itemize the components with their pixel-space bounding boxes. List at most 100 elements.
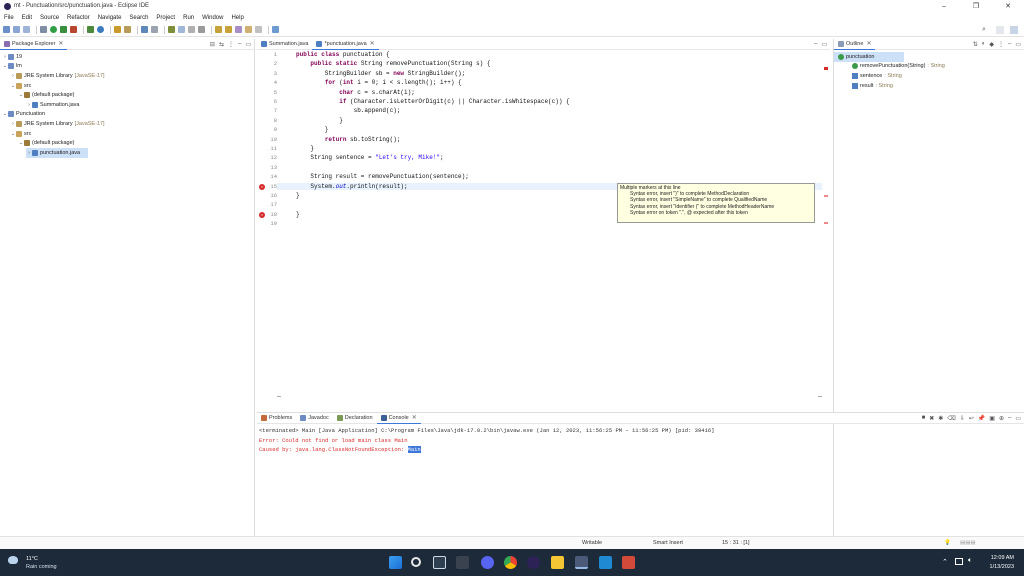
tree-item[interactable]: › 19: [0, 52, 254, 62]
annotation-icon[interactable]: [168, 26, 175, 33]
pin-editor-icon[interactable]: [272, 26, 279, 33]
minimize-view-icon[interactable]: –: [238, 41, 241, 48]
system-tray-icon[interactable]: ⌃: [942, 558, 948, 566]
active-app-icon[interactable]: [575, 556, 588, 569]
menu-search[interactable]: Search: [129, 15, 148, 21]
close-icon[interactable]: ✕: [866, 40, 871, 47]
tab-outline[interactable]: Outline ✕: [834, 38, 876, 50]
scroll-right-icon[interactable]: [818, 396, 822, 397]
block-select-icon[interactable]: [178, 26, 185, 33]
hide-static-icon[interactable]: ◆: [989, 41, 994, 48]
tree-item[interactable]: ⌄ src: [0, 129, 254, 139]
minimize-view-icon[interactable]: –: [1008, 41, 1011, 48]
code-line[interactable]: String sentence = "Let's try, Mike!";: [296, 154, 443, 161]
remove-launch-icon[interactable]: ✖: [929, 415, 934, 422]
link-editor-icon[interactable]: ⇆: [219, 41, 224, 48]
error-icon[interactable]: ×: [259, 183, 265, 190]
scroll-left-icon[interactable]: [277, 396, 281, 397]
pin-console-icon[interactable]: 📌: [978, 415, 985, 422]
tree-item[interactable]: › Summation.java: [0, 100, 254, 110]
maximize-button[interactable]: ❐: [960, 0, 992, 12]
terminate-icon[interactable]: ■: [922, 415, 926, 422]
status-tools-icon[interactable]: ▤▤▤: [960, 540, 976, 546]
scroll-lock-icon[interactable]: ⇩: [960, 415, 965, 422]
code-line[interactable]: }: [296, 192, 300, 199]
last-edit-icon[interactable]: [235, 26, 242, 33]
maximize-view-icon[interactable]: ▭: [821, 41, 827, 48]
code-line[interactable]: public class punctuation {: [296, 51, 390, 58]
horizontal-scrollbar[interactable]: [277, 394, 822, 399]
prev-annotation-icon[interactable]: [225, 26, 232, 33]
code-area[interactable]: 1 2 3 4 5 6 7 8 9 10 11 12 13 14 15 × 16 17 18 × 19 public c…: [257, 51, 830, 401]
volume-icon[interactable]: 🔈︎: [968, 557, 972, 565]
network-icon[interactable]: [955, 558, 963, 565]
code-line[interactable]: return sb.toString();: [296, 136, 401, 143]
selected-text[interactable]: Main: [407, 446, 421, 453]
save-icon[interactable]: [13, 26, 20, 33]
clear-console-icon[interactable]: ⌫: [947, 415, 955, 422]
open-perspective-icon[interactable]: [996, 26, 1004, 34]
forward-icon[interactable]: [255, 26, 262, 33]
external-tools-icon[interactable]: [70, 26, 77, 33]
tab-problems[interactable]: Problems: [257, 413, 296, 424]
paragraph-icon[interactable]: [198, 26, 205, 33]
new-icon[interactable]: [3, 26, 10, 33]
tree-item[interactable]: › JRE System Library [JavaSE-17]: [0, 119, 254, 129]
vscode-icon[interactable]: [599, 556, 612, 569]
minimize-button[interactable]: –: [928, 0, 960, 12]
code-line[interactable]: }: [296, 126, 329, 133]
tip-icon[interactable]: 💡: [944, 540, 951, 546]
new-java-project-icon[interactable]: [87, 26, 94, 33]
chrome-icon[interactable]: [504, 556, 517, 569]
next-annotation-icon[interactable]: [215, 26, 222, 33]
remove-all-icon[interactable]: ✱: [938, 415, 943, 422]
menu-navigate[interactable]: Navigate: [98, 15, 122, 21]
back-icon[interactable]: [245, 26, 252, 33]
code-line[interactable]: if (Character.isLetterOrDigit(c) || Char…: [296, 98, 569, 105]
code-line[interactable]: char c = s.charAt(i);: [296, 89, 415, 96]
menu-refactor[interactable]: Refactor: [67, 15, 90, 21]
code-line[interactable]: }: [296, 211, 300, 218]
display-console-icon[interactable]: ▣: [989, 415, 995, 422]
menu-project[interactable]: Project: [156, 15, 175, 21]
error-marker-icon[interactable]: [824, 67, 828, 70]
outline-item[interactable]: removePunctuation(String): String: [834, 62, 1024, 72]
menu-run[interactable]: Run: [183, 15, 194, 21]
tree-item[interactable]: › punctuation.java: [26, 147, 88, 158]
close-icon[interactable]: ✕: [412, 414, 417, 421]
outline-item[interactable]: sentence: String: [834, 71, 1024, 81]
code-line[interactable]: }: [296, 117, 343, 124]
word-wrap-icon[interactable]: ↩: [969, 415, 974, 422]
code-line[interactable]: public static String removePunctuation(S…: [296, 60, 490, 67]
sort-icon[interactable]: ⇅: [973, 41, 978, 48]
code-line[interactable]: sb.append(c);: [296, 107, 401, 114]
tree-item[interactable]: ⌄ lm: [0, 62, 254, 72]
outline-item[interactable]: punctuation: [834, 52, 904, 62]
error-marker-icon[interactable]: [824, 222, 828, 224]
show-whitespace-icon[interactable]: [188, 26, 195, 33]
tab-console[interactable]: Console ✕: [376, 412, 421, 424]
open-console-icon[interactable]: ⊕: [999, 415, 1004, 422]
view-menu-icon[interactable]: ⋮: [998, 41, 1004, 48]
toggle-mark-icon[interactable]: [151, 26, 158, 33]
minimize-view-icon[interactable]: –: [814, 41, 817, 48]
terminal-icon[interactable]: [141, 26, 148, 33]
coverage-icon[interactable]: [60, 26, 67, 33]
minimize-view-icon[interactable]: –: [1008, 415, 1011, 422]
hide-fields-icon[interactable]: ◐: [982, 41, 986, 48]
weather-icon[interactable]: [8, 556, 18, 564]
tree-item[interactable]: › JRE System Library [JavaSE-17]: [0, 71, 254, 81]
discord-icon[interactable]: [481, 556, 494, 569]
close-icon[interactable]: ✕: [370, 40, 375, 47]
collapse-all-icon[interactable]: ⊟: [210, 41, 215, 48]
run-icon[interactable]: [50, 26, 57, 33]
error-marker-icon[interactable]: [824, 195, 828, 197]
outline-item[interactable]: result: String: [834, 81, 1024, 91]
tree-item[interactable]: ⌄ Punctuation: [0, 110, 254, 120]
eclipse-icon[interactable]: [527, 556, 540, 569]
task-view-icon[interactable]: [433, 556, 446, 569]
clock-time[interactable]: 12:09 AM: [986, 555, 1014, 561]
search-icon[interactable]: ⌕: [982, 26, 990, 34]
widgets-icon[interactable]: [456, 556, 469, 569]
tree-item[interactable]: ⌄ (default package): [0, 138, 254, 148]
